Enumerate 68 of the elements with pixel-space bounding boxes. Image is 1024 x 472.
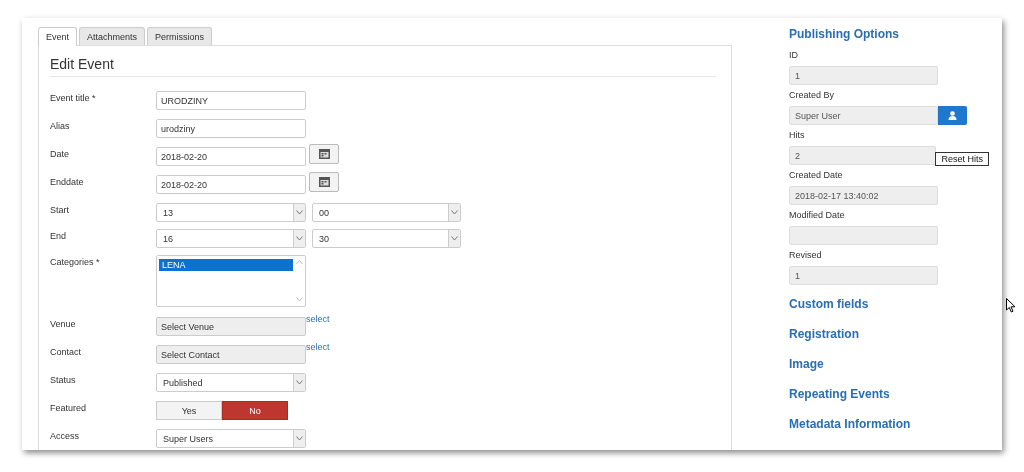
tab[interactable]: Permissions (147, 27, 213, 45)
calendar-icon (318, 177, 330, 187)
hour-select[interactable]: 16 (156, 229, 306, 248)
toggle-option[interactable]: Yes (156, 401, 222, 420)
readonly-field[interactable]: 1 (789, 66, 938, 85)
section-heading[interactable]: Repeating Events (789, 387, 989, 417)
readonly-field[interactable]: 2 (789, 146, 937, 165)
chevron-up-icon (295, 260, 303, 265)
select-link[interactable]: select (306, 342, 330, 352)
date-field[interactable]: 2018-02-20 (156, 175, 306, 194)
field-label: Event title * (50, 92, 97, 103)
chevron-down-icon (451, 236, 458, 241)
section-heading[interactable]: Metadata Information (789, 417, 989, 447)
chevron-down-icon (295, 297, 303, 302)
tab[interactable]: Attachments (79, 27, 146, 45)
dropdown[interactable]: Super Users (156, 429, 306, 448)
user-button[interactable] (938, 106, 967, 125)
calendar-button[interactable] (309, 144, 339, 164)
chevron-down-icon (296, 380, 303, 385)
calendar-button[interactable] (309, 172, 339, 192)
field-label: Contact (50, 346, 83, 357)
tab[interactable]: Event (38, 27, 77, 46)
section-heading[interactable]: Custom fields (789, 297, 989, 327)
sidebar-heading: Publishing Options (789, 27, 900, 41)
field-label: Modified Date (789, 210, 846, 222)
cursor-icon (1006, 298, 1016, 313)
user-icon (948, 111, 957, 120)
field-label: Venue (50, 318, 77, 329)
readonly-field[interactable]: 2018-02-17 13:40:02 (789, 186, 938, 205)
text-field[interactable]: URODZINY (156, 91, 306, 110)
field-label: Alias (50, 120, 71, 131)
readonly-field[interactable]: 1 (789, 266, 938, 285)
field-label: End (50, 230, 67, 241)
field-label: Access (50, 430, 80, 441)
field-label: Revised (789, 250, 823, 262)
category-list[interactable]: LENA (156, 255, 306, 307)
select-link[interactable]: select (306, 314, 330, 324)
minute-select[interactable]: 00 (312, 203, 461, 222)
dropdown[interactable]: Published (156, 373, 306, 392)
readonly-field[interactable]: Select Contact (156, 345, 306, 364)
readonly-field[interactable] (789, 226, 938, 245)
field-label: ID (789, 50, 799, 62)
minute-select[interactable]: 30 (312, 229, 461, 248)
list-option[interactable]: LENA (159, 259, 293, 271)
chevron-down-icon (296, 436, 303, 441)
chevron-down-icon (451, 210, 458, 215)
form-title: Edit Event (50, 56, 716, 77)
readonly-field[interactable]: Select Venue (156, 317, 306, 336)
date-field[interactable]: 2018-02-20 (156, 147, 306, 166)
field-label: Status (50, 374, 77, 385)
reset-hits-button[interactable]: Reset Hits (935, 152, 989, 166)
chevron-down-icon (296, 210, 303, 215)
text-field[interactable]: urodziny (156, 119, 306, 138)
section-heading[interactable]: Image (789, 357, 989, 387)
field-label: Enddate (50, 176, 85, 187)
hour-select[interactable]: 13 (156, 203, 306, 222)
field-label: Categories * (50, 256, 101, 267)
toggle-option[interactable]: No (222, 401, 288, 420)
field-label: Created Date (789, 170, 844, 182)
field-label: Hits (789, 130, 806, 142)
field-label: Featured (50, 402, 88, 413)
field-label: Date (50, 148, 70, 159)
section-heading[interactable]: Registration (789, 327, 989, 357)
field-label: Created By (789, 90, 836, 102)
chevron-down-icon (296, 236, 303, 241)
field-label: Start (50, 204, 70, 215)
readonly-field[interactable]: Super User (789, 106, 938, 125)
calendar-icon (318, 149, 330, 159)
